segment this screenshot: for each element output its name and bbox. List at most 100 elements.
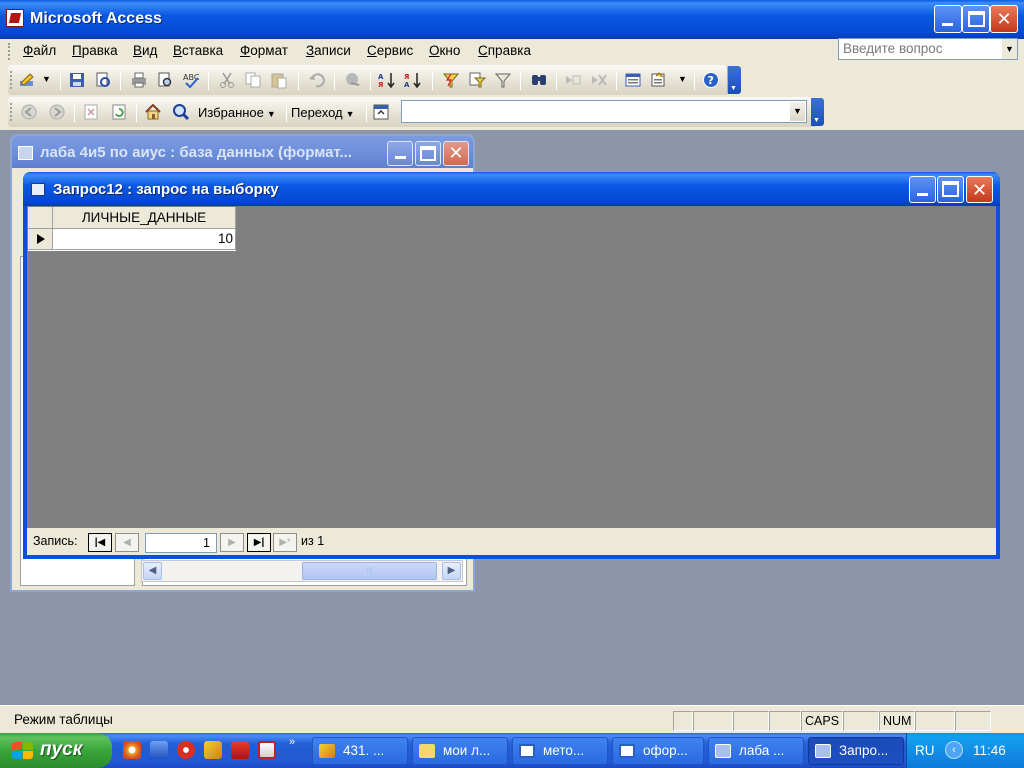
menu-format[interactable]: Формат [240, 42, 288, 60]
file-search-icon[interactable] [94, 71, 112, 89]
new-record-icon[interactable] [564, 71, 582, 89]
query-close-button[interactable]: ✕ [966, 176, 993, 203]
menu-view[interactable]: Вид [133, 42, 157, 60]
query-icon[interactable] [31, 183, 45, 196]
query-maximize-button[interactable] [937, 176, 964, 203]
toolbar-grip[interactable] [10, 103, 13, 121]
taskbar-task[interactable]: офор... [612, 737, 704, 765]
help-question-input[interactable]: Введите вопрос ▼ [838, 38, 1018, 60]
help-dropdown-icon[interactable]: ▼ [1002, 39, 1017, 59]
db-close-button[interactable]: ✕ [443, 141, 469, 166]
new-object-icon[interactable] [650, 71, 668, 89]
stop-icon[interactable] [82, 103, 100, 121]
previous-record-button[interactable]: ◀ [115, 533, 139, 552]
menu-edit[interactable]: Правка [72, 42, 118, 60]
home-icon[interactable] [144, 103, 162, 121]
status-bar: Режим таблицы CAPS NUM [0, 705, 1024, 733]
spelling-icon[interactable]: ABC [182, 71, 200, 89]
toolbar-grip[interactable] [10, 71, 13, 89]
filter-by-form-icon[interactable] [468, 71, 486, 89]
app-shortcut-icon[interactable] [258, 741, 276, 759]
search-web-icon[interactable] [172, 103, 190, 121]
taskbar-task[interactable]: 431. ... [312, 737, 408, 765]
lightning-icon[interactable] [204, 741, 222, 759]
taskbar-task[interactable]: мето... [512, 737, 608, 765]
delete-record-icon[interactable] [590, 71, 608, 89]
undo-icon[interactable] [308, 71, 326, 89]
database-window-titlebar[interactable]: лаба 4и5 по аиус : база данных (формат..… [12, 136, 473, 168]
media-player-icon[interactable] [123, 741, 141, 759]
close-button[interactable]: ✕ [990, 5, 1018, 33]
database-window-icon[interactable] [18, 146, 33, 160]
paste-icon[interactable] [270, 71, 288, 89]
table-cell[interactable]: 10 [53, 229, 236, 250]
menu-records[interactable]: Записи [306, 42, 351, 60]
taskbar-task-active[interactable]: Запро... [808, 737, 904, 765]
scroll-left-icon[interactable]: ◀ [143, 562, 162, 580]
acrobat-icon[interactable] [231, 741, 249, 759]
first-record-button[interactable]: |◀ [88, 533, 112, 552]
desktop-icon[interactable] [150, 741, 168, 759]
forward-icon[interactable] [48, 103, 66, 121]
back-icon[interactable] [20, 103, 38, 121]
app-titlebar[interactable]: Microsoft Access ✕ [0, 0, 1024, 39]
sort-ascending-icon[interactable]: AЯ [378, 71, 396, 89]
help-icon[interactable]: ? [702, 71, 720, 89]
scrollbar-thumb[interactable]: ⦙⦙⦙ [302, 562, 437, 580]
favorites-menu[interactable]: Избранное ▼ [198, 104, 276, 123]
menu-window[interactable]: Окно [429, 42, 460, 60]
db-minimize-button[interactable] [387, 141, 413, 166]
print-preview-icon[interactable] [156, 71, 174, 89]
minimize-icon [942, 23, 953, 26]
db-maximize-button[interactable] [415, 141, 441, 166]
filter-by-selection-icon[interactable] [442, 71, 460, 89]
svg-text:?: ? [708, 74, 714, 87]
menubar-grip[interactable] [8, 43, 11, 60]
new-object-dropdown-arrow[interactable]: ▼ [678, 71, 687, 88]
database-window-icon[interactable] [624, 71, 642, 89]
record-selector[interactable] [28, 229, 53, 250]
web-toolbar-options-button[interactable] [811, 98, 824, 126]
new-record-button[interactable]: ▶* [273, 533, 297, 552]
view-dropdown-arrow[interactable]: ▼ [42, 71, 51, 88]
view-design-icon[interactable] [18, 71, 36, 89]
language-indicator[interactable]: RU [915, 743, 935, 758]
last-record-button[interactable]: ▶| [247, 533, 271, 552]
access-app-icon[interactable] [6, 9, 24, 27]
column-header[interactable]: ЛИЧНЫЕ_ДАННЫЕ [53, 207, 236, 229]
menu-insert[interactable]: Вставка [173, 42, 223, 60]
chevron-left-icon[interactable]: ‹ [945, 741, 963, 759]
cut-icon[interactable] [218, 71, 236, 89]
show-only-web-toolbar-icon[interactable] [372, 103, 390, 121]
find-icon[interactable] [530, 71, 548, 89]
menu-help[interactable]: Справка [478, 42, 531, 60]
apply-filter-icon[interactable] [494, 71, 512, 89]
copy-icon[interactable] [244, 71, 262, 89]
taskbar-task[interactable]: лаба ... [708, 737, 804, 765]
quicklaunch-expand-icon[interactable]: » [289, 734, 295, 751]
menu-tools[interactable]: Сервис [367, 42, 413, 60]
select-all-corner[interactable] [28, 207, 53, 229]
current-record-input[interactable]: 1 [145, 533, 217, 553]
toolbar-options-button[interactable] [728, 66, 741, 94]
scroll-right-icon[interactable]: ▶ [442, 562, 461, 580]
query-minimize-button[interactable] [909, 176, 936, 203]
insert-hyperlink-icon[interactable] [344, 71, 362, 89]
go-menu[interactable]: Переход ▼ [291, 104, 355, 123]
refresh-icon[interactable] [110, 103, 128, 121]
maximize-button[interactable] [962, 5, 990, 33]
next-record-button[interactable]: ▶ [220, 533, 244, 552]
horizontal-scrollbar[interactable]: ◀ ⦙⦙⦙ ▶ [141, 560, 463, 582]
print-icon[interactable] [130, 71, 148, 89]
sort-descending-icon[interactable]: ЯA [404, 71, 422, 89]
address-input[interactable]: ▼ [401, 100, 807, 123]
taskbar-task[interactable]: мои л... [412, 737, 508, 765]
save-icon[interactable] [68, 71, 86, 89]
start-button[interactable]: пуск [0, 733, 112, 768]
address-dropdown-icon[interactable]: ▼ [790, 102, 805, 121]
menu-file[interactable]: Файл [23, 42, 56, 60]
clock[interactable]: 11:46 [973, 743, 1006, 758]
query-window-titlebar[interactable]: Запрос12 : запрос на выборку ✕ [23, 172, 1000, 206]
opera-icon[interactable] [177, 741, 195, 759]
minimize-button[interactable] [934, 5, 962, 33]
